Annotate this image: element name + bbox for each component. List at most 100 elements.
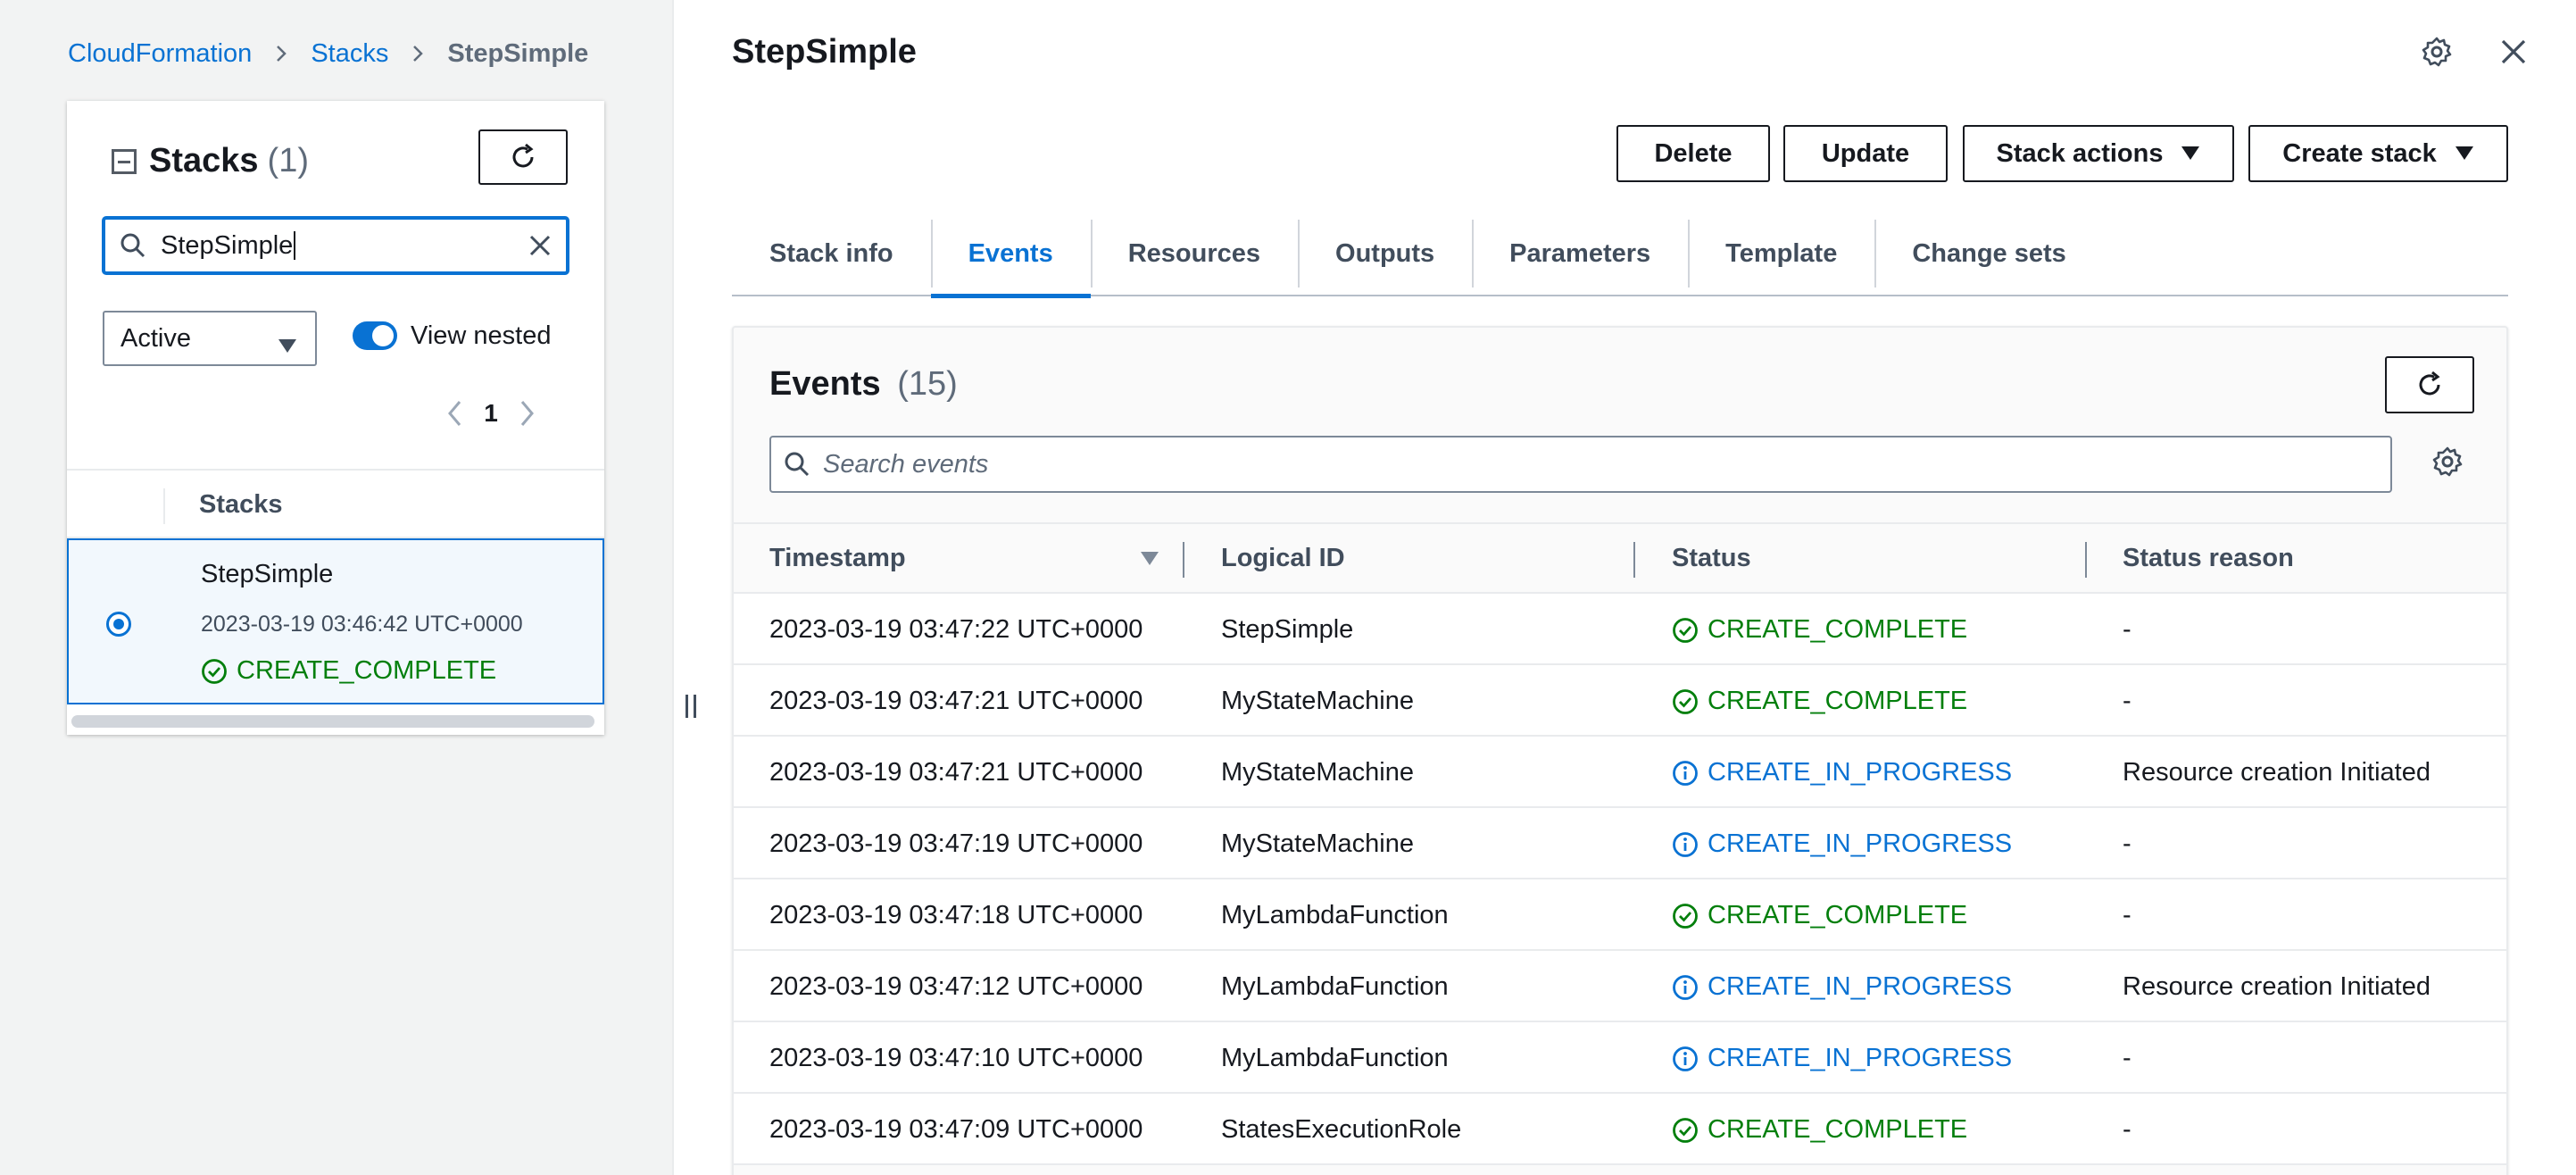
event-status-text: CREATE_IN_PROGRESS: [1708, 758, 2013, 787]
delete-button-label: Delete: [1654, 138, 1733, 168]
view-nested-label: View nested: [411, 321, 552, 350]
prev-page-icon[interactable]: [437, 396, 473, 431]
stack-list-item[interactable]: StepSimple 2023-03-19 03:46:42 UTC+0000 …: [67, 538, 604, 704]
column-header-status[interactable]: Status: [1672, 544, 1751, 573]
tab-parameters[interactable]: Parameters: [1472, 211, 1688, 296]
event-timestamp: 2023-03-19 03:47:19 UTC+0000: [769, 829, 1143, 858]
breadcrumb-current: StepSimple: [447, 38, 589, 68]
event-timestamp: 2023-03-19 03:47:21 UTC+0000: [769, 687, 1143, 715]
gear-icon[interactable]: [2419, 34, 2455, 70]
refresh-events-button[interactable]: [2385, 356, 2474, 413]
sort-descending-icon[interactable]: [1140, 551, 1159, 571]
next-page-icon[interactable]: [509, 396, 544, 431]
tab-change-sets[interactable]: Change sets: [1874, 211, 2103, 296]
panel-resize-handle[interactable]: [686, 695, 696, 718]
create-stack-button[interactable]: Create stack: [2248, 125, 2508, 182]
chevron-right-icon: [271, 44, 291, 63]
table-row: 2023-03-19 03:47:09 UTC+0000 StatesExecu…: [734, 1094, 2506, 1165]
status-filter-value: Active: [120, 323, 191, 353]
caret-down-icon: [2455, 139, 2474, 169]
events-title: Events: [769, 365, 881, 403]
stack-name[interactable]: StepSimple: [201, 560, 333, 589]
tab-resources[interactable]: Resources: [1090, 211, 1298, 296]
success-check-icon: [1672, 903, 1699, 929]
event-status: CREATE_COMPLETE: [1672, 1115, 1967, 1145]
tab-outputs[interactable]: Outputs: [1298, 211, 1472, 296]
status-filter-select[interactable]: Active: [103, 311, 317, 366]
table-row: 2023-03-19 03:47:21 UTC+0000 MyStateMach…: [734, 665, 2506, 737]
event-status: CREATE_IN_PROGRESS: [1672, 1044, 2012, 1073]
search-icon: [784, 451, 810, 478]
delete-button[interactable]: Delete: [1616, 125, 1770, 182]
event-logical-id: MyLambdaFunction: [1221, 1044, 1449, 1072]
stack-status-text: CREATE_COMPLETE: [237, 656, 497, 685]
event-status-reason: Resource creation Initiated: [2123, 972, 2431, 1001]
event-timestamp: 2023-03-19 03:47:10 UTC+0000: [769, 1044, 1143, 1072]
success-check-icon: [1672, 688, 1699, 715]
event-status-text: CREATE_COMPLETE: [1708, 901, 1968, 929]
breadcrumb-cloudformation[interactable]: CloudFormation: [68, 39, 252, 69]
tab-events[interactable]: Events: [930, 211, 1091, 298]
event-timestamp: 2023-03-19 03:47:18 UTC+0000: [769, 901, 1143, 929]
column-header-logical-id[interactable]: Logical ID: [1221, 544, 1345, 573]
table-row: 2023-03-19 03:47:10 UTC+0000 MyLambdaFun…: [734, 1022, 2506, 1094]
breadcrumb: CloudFormation Stacks StepSimple: [68, 36, 588, 71]
column-divider[interactable]: [1183, 542, 1184, 578]
events-search-placeholder: Search events: [823, 449, 989, 479]
event-status-text: CREATE_IN_PROGRESS: [1708, 829, 2013, 858]
event-logical-id: StepSimple: [1221, 615, 1354, 644]
refresh-icon: [512, 143, 534, 168]
refresh-stacks-button[interactable]: [478, 129, 568, 185]
event-timestamp: 2023-03-19 03:47:12 UTC+0000: [769, 972, 1143, 1001]
success-check-icon: [201, 658, 228, 685]
breadcrumb-stacks[interactable]: Stacks: [311, 39, 388, 69]
clear-search-icon[interactable]: [527, 232, 553, 259]
table-row: 2023-03-19 03:47:19 UTC+0000 MyStateMach…: [734, 808, 2506, 879]
horizontal-scrollbar[interactable]: [71, 715, 594, 728]
stack-created-time: 2023-03-19 03:46:42 UTC+0000: [201, 612, 523, 637]
success-check-icon: [1672, 617, 1699, 644]
page-number[interactable]: 1: [473, 396, 509, 431]
event-timestamp: 2023-03-19 03:47:21 UTC+0000: [769, 758, 1143, 787]
close-icon[interactable]: [2496, 34, 2531, 70]
column-header-timestamp[interactable]: Timestamp: [769, 544, 906, 573]
stack-search-input[interactable]: StepSimple: [103, 217, 569, 274]
column-divider[interactable]: [1633, 542, 1635, 578]
column-header-status-reason[interactable]: Status reason: [2123, 544, 2294, 573]
stacks-count: (1): [267, 142, 309, 179]
table-row: 2023-03-19 03:47:18 UTC+0000 MyLambdaFun…: [734, 879, 2506, 951]
create-stack-label: Create stack: [2282, 138, 2437, 168]
events-panel: Events (15) Search events Timestamp Logi…: [732, 326, 2508, 1175]
stacks-title: Stacks: [149, 142, 259, 179]
events-search-input[interactable]: Search events: [769, 436, 2392, 493]
search-value: StepSimple: [161, 230, 294, 260]
stacks-column-header: Stacks: [199, 490, 283, 519]
events-table-body: 2023-03-19 03:47:22 UTC+0000 StepSimple …: [734, 594, 2506, 1165]
success-check-icon: [1672, 1117, 1699, 1144]
event-logical-id: MyLambdaFunction: [1221, 972, 1449, 1001]
tab-template[interactable]: Template: [1688, 211, 1874, 296]
event-status-reason: -: [2123, 1115, 2131, 1144]
event-status-text: CREATE_COMPLETE: [1708, 1115, 1968, 1144]
event-logical-id: MyStateMachine: [1221, 829, 1414, 858]
stack-radio-selected[interactable]: [106, 612, 131, 637]
view-nested-toggle[interactable]: [353, 321, 397, 350]
stack-actions-button[interactable]: Stack actions: [1963, 125, 2234, 182]
collapse-icon[interactable]: [112, 148, 137, 174]
search-icon: [120, 232, 146, 259]
column-divider[interactable]: [2085, 542, 2087, 578]
tab-stack-info[interactable]: Stack info: [732, 211, 931, 296]
stack-tabs: Stack info Events Resources Outputs Para…: [732, 211, 2508, 298]
events-header: Events (15): [769, 365, 958, 404]
table-row: 2023-03-19 03:47:12 UTC+0000 MyLambdaFun…: [734, 951, 2506, 1022]
pagination: 1: [437, 396, 544, 431]
event-status: CREATE_COMPLETE: [1672, 687, 1967, 716]
chevron-right-icon: [408, 44, 428, 63]
event-status: CREATE_IN_PROGRESS: [1672, 758, 2012, 788]
event-status-reason: -: [2123, 901, 2131, 929]
caret-down-icon: [2181, 139, 2200, 169]
event-logical-id: MyLambdaFunction: [1221, 901, 1449, 929]
table-preferences-gear-icon[interactable]: [2430, 444, 2465, 479]
update-button[interactable]: Update: [1783, 125, 1948, 182]
event-status-reason: -: [2123, 687, 2131, 715]
